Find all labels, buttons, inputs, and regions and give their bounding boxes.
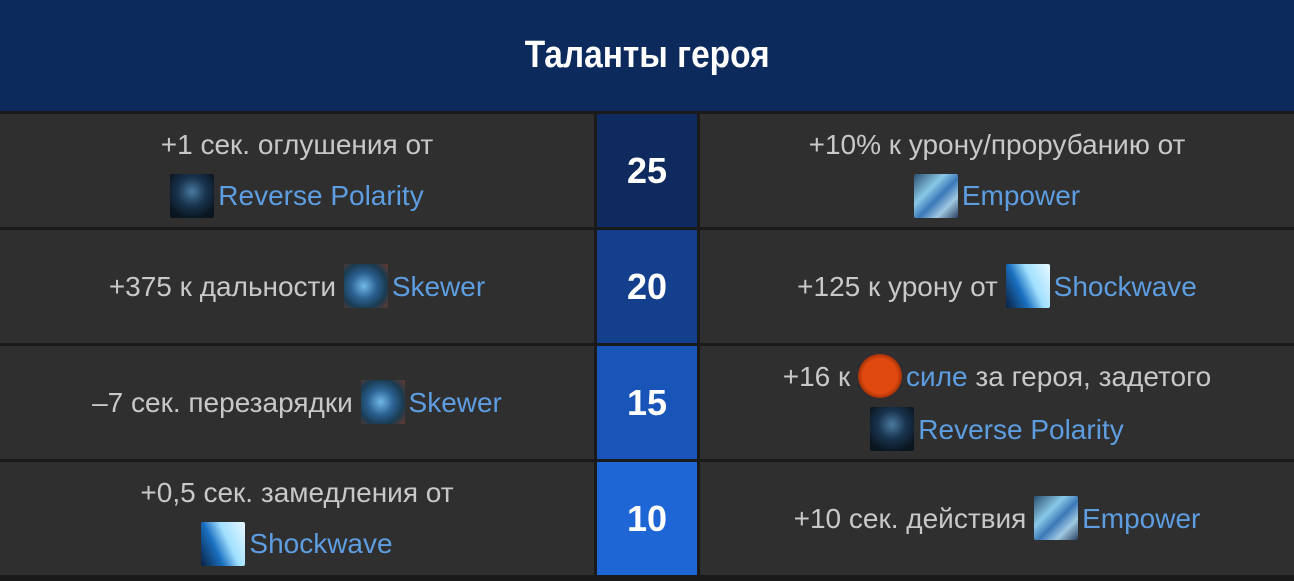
skewer-icon[interactable]: [360, 380, 405, 425]
level-10: 10: [597, 462, 697, 578]
ability-link-reverse-polarity[interactable]: Reverse Polarity: [218, 180, 423, 211]
level-20: 20: [597, 230, 697, 346]
talent-text: +16 к: [782, 360, 851, 392]
talent-text: +10 сек. действия: [793, 502, 1027, 534]
talent-right-15: +16 к силе за героя, задетого Reverse Po…: [697, 346, 1294, 462]
ability-link-shockwave[interactable]: Shockwave: [249, 528, 392, 559]
ability-link-empower[interactable]: Empower: [962, 180, 1080, 211]
talent-left-10: +0,5 сек. замедления от Shockwave: [0, 462, 597, 578]
strength-icon[interactable]: [858, 354, 903, 399]
talent-left-20: +375 к дальности Skewer: [0, 230, 597, 346]
talent-text: +375 к дальности: [108, 270, 337, 302]
ability-link-shockwave[interactable]: Shockwave: [1054, 271, 1197, 302]
ability-link-reverse-polarity[interactable]: Reverse Polarity: [918, 414, 1123, 445]
talent-right-20: +125 к урону от Shockwave: [697, 230, 1294, 346]
page-title: Таланты героя: [524, 34, 770, 76]
talent-table: +1 сек. оглушения от Reverse Polarity 25…: [0, 114, 1294, 578]
talent-text: +0,5 сек. замедления от: [140, 477, 454, 509]
talent-text: за героя, задетого: [975, 360, 1212, 392]
empower-icon[interactable]: [913, 173, 958, 218]
attribute-link-strength[interactable]: силе: [906, 361, 968, 392]
talent-text: +125 к урону от: [797, 270, 998, 302]
shockwave-icon[interactable]: [201, 521, 246, 566]
talent-left-15: –7 сек. перезарядки Skewer: [0, 346, 597, 462]
talents-header: Таланты героя: [0, 0, 1294, 114]
talent-text: –7 сек. перезарядки: [92, 386, 353, 418]
skewer-icon[interactable]: [343, 264, 388, 309]
talent-right-25: +10% к урону/прорубанию от Empower: [697, 114, 1294, 230]
level-25: 25: [597, 114, 697, 230]
level-15: 15: [597, 346, 697, 462]
talent-text: +10% к урону/прорубанию от: [808, 129, 1186, 161]
empower-icon[interactable]: [1034, 496, 1079, 541]
ability-link-skewer[interactable]: Skewer: [409, 387, 502, 418]
reverse-polarity-icon[interactable]: [870, 407, 915, 452]
ability-link-skewer[interactable]: Skewer: [392, 271, 485, 302]
ability-link-empower[interactable]: Empower: [1082, 503, 1200, 534]
talent-text: +1 сек. оглушения от: [160, 129, 434, 161]
reverse-polarity-icon[interactable]: [170, 173, 215, 218]
shockwave-icon[interactable]: [1005, 264, 1050, 309]
talent-right-10: +10 сек. действия Empower: [697, 462, 1294, 578]
talent-left-25: +1 сек. оглушения от Reverse Polarity: [0, 114, 597, 230]
